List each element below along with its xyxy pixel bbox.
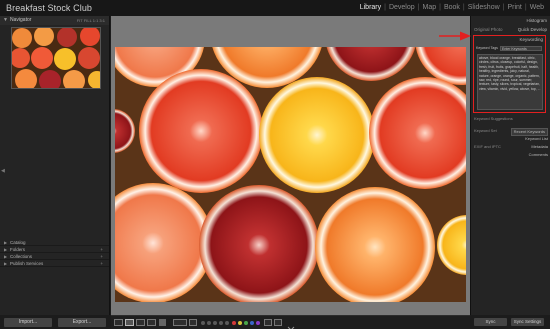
rating-star-icon[interactable] xyxy=(207,321,211,325)
sync-button[interactable]: Sync xyxy=(474,318,507,326)
navigator-thumbnail-image xyxy=(12,28,100,88)
keywording-label: Keywording xyxy=(519,37,543,42)
main-workspace xyxy=(111,16,470,315)
expand-triangle-icon: ▶ xyxy=(4,254,8,259)
annotation-arrow-icon xyxy=(439,31,471,41)
bottom-toolbar xyxy=(111,315,470,329)
left-panel: ▼ Navigator FIT FILL 1:1 3:1 ▶ Catalog ▶… xyxy=(0,16,110,315)
publish-services-section[interactable]: ▶ Publish Services + xyxy=(0,260,109,267)
rating-star-icon[interactable] xyxy=(213,321,217,325)
expand-triangle-icon: ▶ xyxy=(4,261,8,266)
collapse-left-panel-icon[interactable]: ◀ xyxy=(1,168,5,174)
module-book[interactable]: Book xyxy=(441,4,463,11)
label-blue-icon[interactable] xyxy=(250,321,254,325)
metadata-preset-select[interactable]: EXIF and IPTC xyxy=(474,143,501,151)
comments-label: Comments xyxy=(528,152,548,157)
label-red-icon[interactable] xyxy=(232,321,236,325)
citrus-slices-image xyxy=(115,47,466,302)
publish-services-label: Publish Services xyxy=(10,261,44,266)
module-map[interactable]: Map xyxy=(419,4,439,11)
navigator-header[interactable]: ▼ Navigator FIT FILL 1:1 3:1 xyxy=(0,16,109,25)
navigator-zoom-options[interactable]: FIT FILL 1:1 3:1 xyxy=(77,16,105,25)
add-folder-icon[interactable]: + xyxy=(100,246,103,253)
rating-star-icon[interactable] xyxy=(225,321,229,325)
comments-header[interactable]: Comments xyxy=(471,151,550,159)
metadata-label: Metadata xyxy=(531,144,548,149)
navigator-preview[interactable] xyxy=(11,27,101,89)
add-collection-icon[interactable]: + xyxy=(100,253,103,260)
navigator-label: Navigator xyxy=(10,17,32,23)
keywording-highlight-box: Keywording Keyword Tags Enter Keywords a… xyxy=(473,35,546,113)
module-web[interactable]: Web xyxy=(527,4,547,11)
compare-view-icon[interactable] xyxy=(136,319,145,326)
label-purple-icon[interactable] xyxy=(256,321,260,325)
top-bar: Breakfast Stock Club Library | Develop | M… xyxy=(0,0,550,16)
module-slideshow[interactable]: Slideshow xyxy=(465,4,503,11)
keyword-set-row: Keyword Set Recent Keywords xyxy=(471,127,550,136)
module-library[interactable]: Library xyxy=(357,4,384,11)
keyword-tags-label: Keyword Tags xyxy=(476,46,498,50)
label-green-icon[interactable] xyxy=(244,321,248,325)
keyword-suggestions-label: Keyword Suggestions xyxy=(474,116,513,121)
keyword-tags-mode-select[interactable]: Enter Keywords xyxy=(500,46,542,51)
collections-label: Collections xyxy=(10,254,33,259)
saved-preset-select[interactable]: Original Photo xyxy=(474,25,503,34)
keyword-suggestions-header[interactable]: Keyword Suggestions xyxy=(471,115,550,123)
rotate-left-icon[interactable] xyxy=(264,319,272,326)
folders-label: Folders xyxy=(10,247,26,252)
rating-star-icon[interactable] xyxy=(219,321,223,325)
folders-section[interactable]: ▶ Folders + xyxy=(0,246,109,253)
expand-triangle-icon: ▶ xyxy=(4,247,8,252)
collections-section[interactable]: ▶ Collections + xyxy=(0,253,109,260)
grid-view-icon[interactable] xyxy=(114,319,123,326)
people-view-icon[interactable] xyxy=(159,319,166,326)
quick-develop-header[interactable]: Original Photo Quick Develop xyxy=(471,25,550,34)
left-panel-buttons: Import... Export... xyxy=(4,318,106,327)
quick-develop-label: Quick Develop xyxy=(517,27,547,32)
keyword-set-label: Keyword Set xyxy=(474,128,497,133)
histogram-header[interactable]: Histogram xyxy=(471,16,550,25)
survey-view-icon[interactable] xyxy=(147,319,156,326)
keywording-header[interactable]: Keywording xyxy=(474,36,545,44)
loupe-photo[interactable] xyxy=(115,47,466,302)
catalog-section[interactable]: ▶ Catalog xyxy=(0,239,109,246)
collapse-triangle-icon: ▼ xyxy=(3,17,8,23)
rotate-right-icon[interactable] xyxy=(274,319,282,326)
sort-direction-icon[interactable] xyxy=(189,319,197,326)
sync-settings-button[interactable]: Sync Settings xyxy=(511,318,544,326)
rating-star-icon[interactable] xyxy=(201,321,205,325)
keyword-list-label: Keyword List xyxy=(525,136,548,141)
right-panel: Histogram Original Photo Quick Develop K… xyxy=(470,16,550,315)
expand-triangle-icon: ▶ xyxy=(4,240,8,245)
histogram-label: Histogram xyxy=(526,18,547,23)
toolbar-menu-icon[interactable] xyxy=(287,319,295,329)
keywords-textarea[interactable]: above, blood orange, breakfast, citric, … xyxy=(477,54,543,110)
import-button[interactable]: Import... xyxy=(4,318,52,327)
module-develop[interactable]: Develop xyxy=(386,4,418,11)
module-print[interactable]: Print xyxy=(504,4,524,11)
keyword-tags-row: Keyword Tags Enter Keywords xyxy=(476,45,544,52)
loupe-view-icon[interactable] xyxy=(125,319,134,326)
painter-tool-icon[interactable] xyxy=(173,319,187,326)
add-publish-service-icon[interactable]: + xyxy=(100,260,103,267)
catalog-label: Catalog xyxy=(10,240,26,245)
module-picker: Library | Develop | Map | Book | Slideshow | … xyxy=(357,4,547,11)
label-yellow-icon[interactable] xyxy=(238,321,242,325)
metadata-header[interactable]: EXIF and IPTC Metadata xyxy=(471,143,550,151)
right-panel-buttons: Sync Sync Settings xyxy=(474,318,544,326)
export-button[interactable]: Export... xyxy=(58,318,106,327)
app-title: Breakfast Stock Club xyxy=(6,3,93,13)
keyword-list-header[interactable]: Keyword List xyxy=(471,135,550,143)
